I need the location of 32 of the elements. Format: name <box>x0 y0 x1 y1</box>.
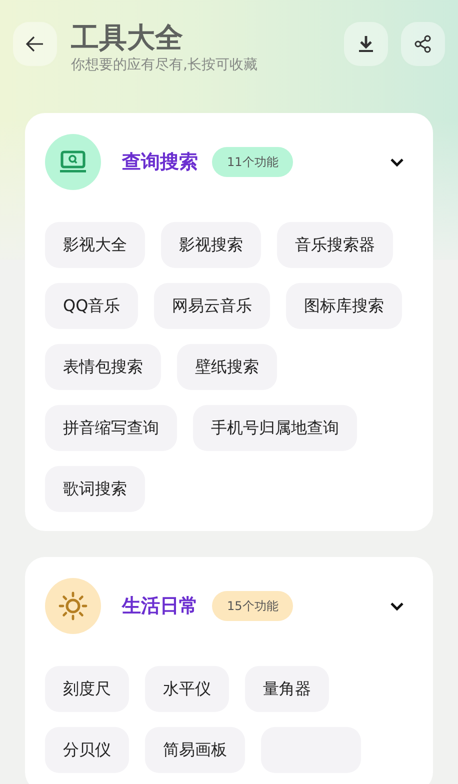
tool-chip[interactable]: 歌词搜索 <box>45 466 145 512</box>
chevron-icon <box>390 602 404 610</box>
tool-chip[interactable]: 简易画板 <box>145 727 245 773</box>
category-title: 生活日常 <box>122 594 198 619</box>
tool-chip[interactable]: 分贝仪 <box>45 727 129 773</box>
tool-chip[interactable]: 表情包搜索 <box>45 344 161 390</box>
tool-chip[interactable]: 影视大全 <box>45 222 145 268</box>
page-subtitle: 你想要的应有尽有,长按可收藏 <box>71 56 258 74</box>
back-arrow-icon <box>26 36 44 52</box>
tool-chip[interactable]: 手机号归属地查询 <box>193 405 357 451</box>
tool-chip[interactable]: 拼音缩写查询 <box>45 405 177 451</box>
tool-chip[interactable]: 图标库搜索 <box>286 283 402 329</box>
share-icon <box>414 35 432 53</box>
share-button[interactable] <box>401 22 445 66</box>
page-title: 工具大全 <box>71 20 184 56</box>
download-button[interactable] <box>344 22 388 66</box>
tool-chip[interactable]: 音乐搜索器 <box>277 222 393 268</box>
category-title: 查询搜索 <box>122 150 198 175</box>
sun-icon <box>58 591 88 621</box>
feature-count-badge: 15个功能 <box>212 591 294 621</box>
tool-chip[interactable]: 网易云音乐 <box>154 283 270 329</box>
tool-chip[interactable]: 水平仪 <box>145 666 229 712</box>
download-icon <box>358 35 374 53</box>
tool-chip[interactable]: 影视搜索 <box>161 222 261 268</box>
chevron-icon <box>390 158 404 166</box>
back-button[interactable] <box>13 22 57 66</box>
feature-count-badge: 11个功能 <box>212 147 294 177</box>
laptop-search-icon <box>59 150 87 174</box>
tool-chip[interactable]: QQ音乐 <box>45 283 138 329</box>
tool-chip[interactable]: 刻度尺 <box>45 666 129 712</box>
tool-chip[interactable]: 量角器 <box>245 666 329 712</box>
tool-chip[interactable]: 壁纸搜索 <box>177 344 277 390</box>
